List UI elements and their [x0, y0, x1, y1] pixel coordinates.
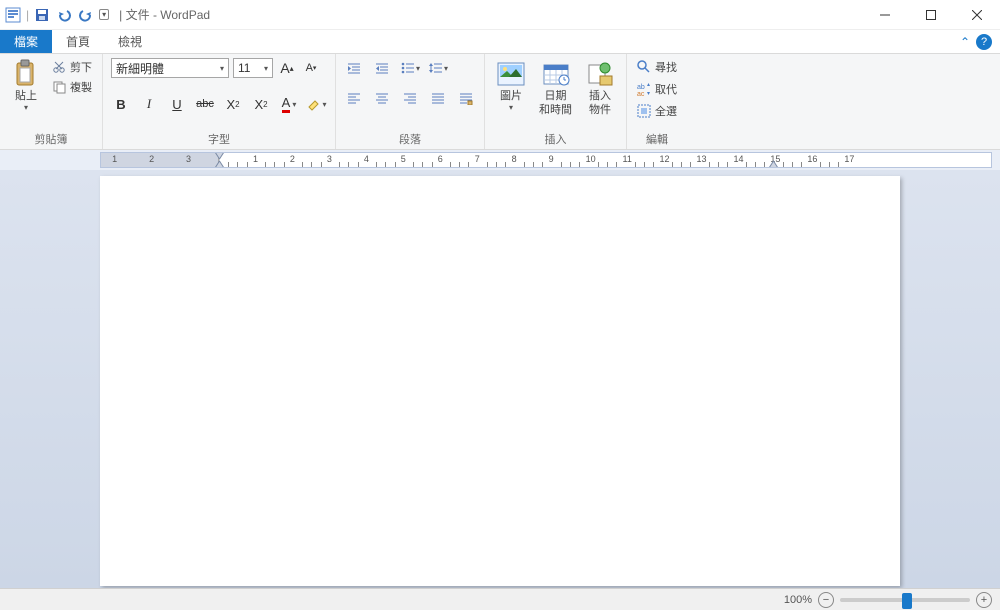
ribbon-help: ⌃ ? — [960, 30, 1000, 53]
object-label-1: 插入 — [589, 90, 611, 102]
group-editing: 尋找 abac 取代 全選 編輯 — [627, 54, 687, 149]
zoom-out-button[interactable]: − — [818, 592, 834, 608]
paste-button[interactable]: 貼上 ▾ — [8, 58, 44, 115]
font-size-select[interactable]: 11▾ — [233, 58, 273, 78]
superscript-button[interactable]: X2 — [251, 94, 271, 114]
datetime-label-1: 日期 — [545, 90, 567, 102]
paste-icon — [12, 60, 40, 88]
cut-button[interactable]: 剪下 — [50, 58, 94, 76]
undo-icon[interactable] — [55, 6, 73, 24]
increase-indent-button[interactable] — [372, 58, 392, 78]
zoom-level: 100% — [784, 594, 812, 606]
highlight-button[interactable]: ▾ — [307, 94, 327, 114]
text-color-button[interactable]: A▾ — [279, 94, 299, 114]
group-font-label: 字型 — [111, 129, 327, 147]
ruler-area: 3211234567891011121314151617 — [0, 150, 1000, 170]
shrink-font-button[interactable]: A▾ — [301, 58, 321, 78]
line-spacing-button[interactable]: ▾ — [428, 58, 448, 78]
first-line-indent-marker[interactable] — [215, 152, 224, 160]
justify-button[interactable] — [428, 88, 448, 108]
bullet-list-button[interactable]: ▾ — [400, 58, 420, 78]
qat-customize-dropdown[interactable]: ▾ — [99, 9, 109, 20]
object-icon — [586, 60, 614, 88]
find-button[interactable]: 尋找 — [635, 58, 679, 76]
maximize-button[interactable] — [908, 0, 954, 30]
object-label-2: 物件 — [589, 104, 611, 116]
copy-label: 複製 — [70, 79, 92, 95]
ribbon: 貼上 ▾ 剪下 複製 剪貼簿 新細明體▾ 11▾ A▴ A▾ — [0, 54, 1000, 150]
insert-picture-button[interactable]: 圖片 ▾ — [493, 58, 529, 115]
quick-access-toolbar: | ▾ — [0, 6, 109, 24]
strikethrough-button[interactable]: abc — [195, 94, 215, 114]
group-clipboard-label: 剪貼簿 — [8, 129, 94, 147]
find-icon — [637, 60, 651, 74]
zoom-slider[interactable] — [840, 598, 970, 602]
help-icon[interactable]: ? — [976, 34, 992, 50]
selectall-icon — [637, 104, 651, 118]
zoom-slider-thumb[interactable] — [902, 593, 912, 609]
cut-label: 剪下 — [70, 59, 92, 75]
group-font: 新細明體▾ 11▾ A▴ A▾ B I U abc X2 X2 A▾ ▾ 字型 — [103, 54, 336, 149]
align-right-button[interactable] — [400, 88, 420, 108]
minimize-button[interactable] — [862, 0, 908, 30]
group-paragraph-label: 段落 — [344, 129, 476, 147]
replace-label: 取代 — [655, 81, 677, 97]
selectall-button[interactable]: 全選 — [635, 102, 679, 120]
copy-button[interactable]: 複製 — [50, 78, 94, 96]
selectall-label: 全選 — [655, 103, 677, 119]
document-page[interactable] — [100, 176, 900, 586]
app-icon — [4, 6, 22, 24]
datetime-label-2: 和時間 — [539, 104, 572, 116]
insert-object-button[interactable]: 插入 物件 — [582, 58, 618, 118]
tab-home[interactable]: 首頁 — [52, 30, 104, 53]
tab-view[interactable]: 檢視 — [104, 30, 156, 53]
svg-text:ab: ab — [637, 84, 645, 91]
paste-label: 貼上 — [15, 90, 37, 102]
right-indent-marker[interactable] — [769, 160, 778, 168]
titlebar: | ▾ | 文件 - WordPad — [0, 0, 1000, 30]
window-title: | 文件 - WordPad — [119, 6, 210, 23]
font-family-select[interactable]: 新細明體▾ — [111, 58, 229, 78]
ribbon-tabs: 檔案 首頁 檢視 ⌃ ? — [0, 30, 1000, 54]
zoom-in-button[interactable]: + — [976, 592, 992, 608]
tab-file[interactable]: 檔案 — [0, 30, 52, 53]
chevron-down-icon: ▾ — [24, 104, 28, 113]
paragraph-dialog-button[interactable] — [456, 88, 476, 108]
group-editing-label: 編輯 — [635, 129, 679, 147]
underline-button[interactable]: U — [167, 94, 187, 114]
qat-separator: | — [26, 8, 29, 22]
copy-icon — [52, 80, 66, 94]
horizontal-ruler[interactable]: 3211234567891011121314151617 — [100, 152, 992, 168]
hanging-indent-marker[interactable] — [215, 160, 224, 168]
align-left-button[interactable] — [344, 88, 364, 108]
scissors-icon — [52, 60, 66, 74]
find-label: 尋找 — [655, 59, 677, 75]
align-center-button[interactable] — [372, 88, 392, 108]
chevron-down-icon: ▾ — [509, 104, 513, 113]
group-insert: 圖片 ▾ 日期 和時間 插入 物件 插入 — [485, 54, 627, 149]
window-controls — [862, 0, 1000, 30]
redo-icon[interactable] — [77, 6, 95, 24]
group-clipboard: 貼上 ▾ 剪下 複製 剪貼簿 — [0, 54, 103, 149]
statusbar: 100% − + — [0, 588, 1000, 610]
insert-datetime-button[interactable]: 日期 和時間 — [535, 58, 576, 118]
save-icon[interactable] — [33, 6, 51, 24]
grow-font-button[interactable]: A▴ — [277, 58, 297, 78]
group-paragraph: ▾ ▾ 段落 — [336, 54, 485, 149]
svg-text:ac: ac — [637, 91, 645, 96]
document-area — [0, 170, 1000, 590]
collapse-ribbon-icon[interactable]: ⌃ — [960, 35, 970, 49]
replace-icon: abac — [637, 82, 651, 96]
bold-button[interactable]: B — [111, 94, 131, 114]
decrease-indent-button[interactable] — [344, 58, 364, 78]
group-insert-label: 插入 — [493, 129, 618, 147]
picture-label: 圖片 — [500, 90, 522, 102]
close-button[interactable] — [954, 0, 1000, 30]
italic-button[interactable]: I — [139, 94, 159, 114]
picture-icon — [497, 60, 525, 88]
replace-button[interactable]: abac 取代 — [635, 80, 679, 98]
calendar-icon — [542, 60, 570, 88]
subscript-button[interactable]: X2 — [223, 94, 243, 114]
